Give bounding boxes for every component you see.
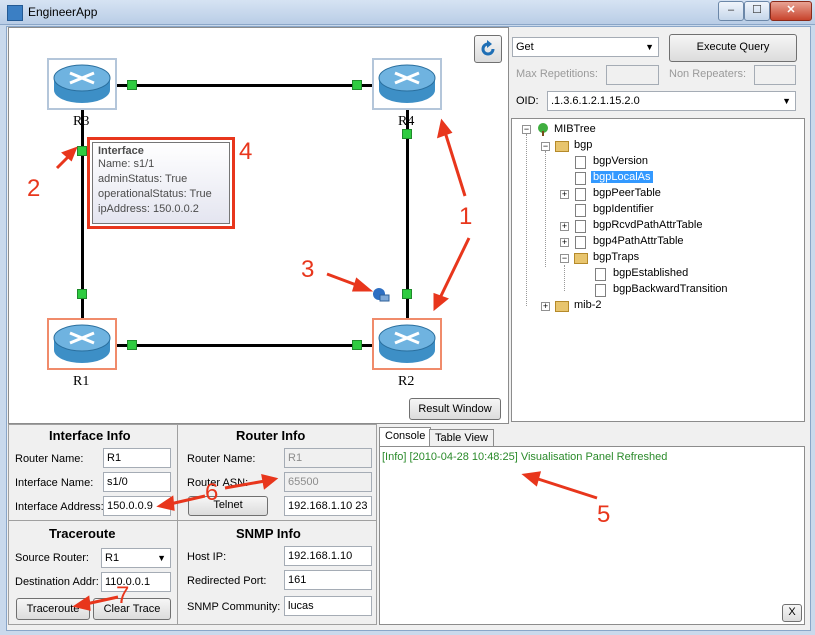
annotation-5: 5 xyxy=(597,501,611,528)
annotation-7: 7 xyxy=(116,582,130,609)
bottom-annotation-arrows xyxy=(72,471,598,611)
annotation-6: 6 xyxy=(205,479,219,506)
